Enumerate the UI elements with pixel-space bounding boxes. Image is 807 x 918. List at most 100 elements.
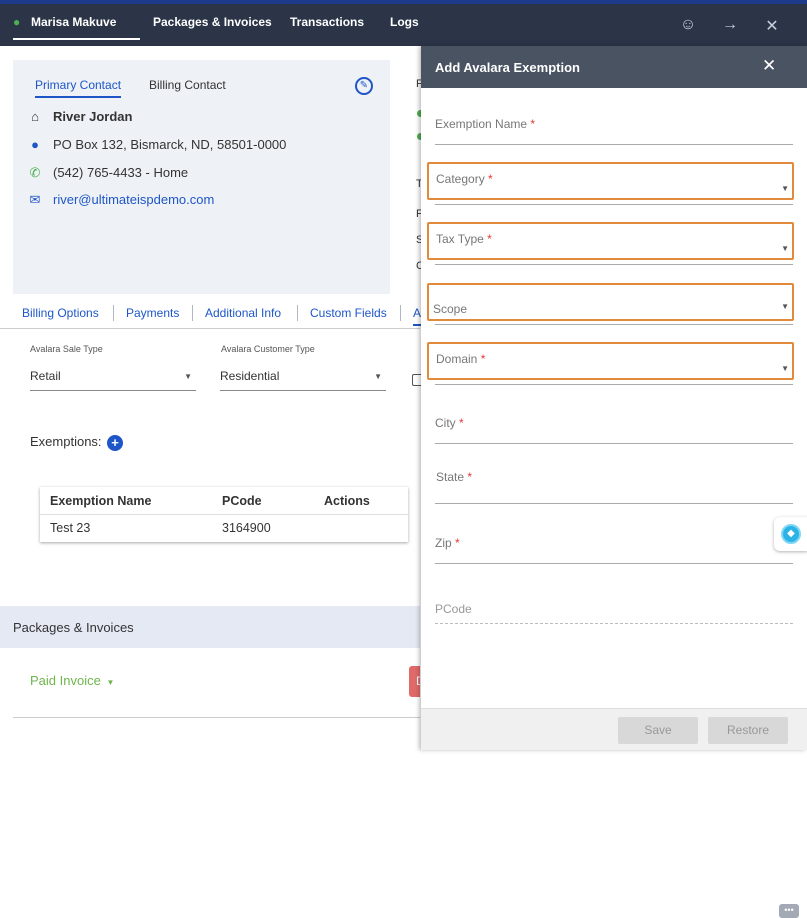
save-button[interactable]: Save	[618, 717, 698, 744]
chevron-down-icon: ▼	[781, 184, 789, 193]
contact-email-link[interactable]: river@ultimateispdemo.com	[53, 192, 214, 207]
chevron-down-icon: ▼	[374, 372, 382, 381]
sale-type-label: Avalara Sale Type	[30, 344, 103, 354]
customer-type-label: Avalara Customer Type	[221, 344, 315, 354]
tab-divider	[297, 305, 298, 321]
scope-select[interactable]: Scope ▼	[427, 283, 794, 321]
exemption-name-label: Exemption Name	[435, 117, 528, 131]
scope-label: Scope	[433, 302, 468, 316]
panel-header: Add Avalara Exemption ✕	[421, 46, 807, 88]
tab-customer[interactable]: ● Marisa Makuve	[13, 14, 140, 40]
chevron-down-icon: ▼	[781, 364, 789, 373]
city-label: City	[435, 416, 456, 430]
sale-type-value: Retail	[30, 369, 61, 383]
tab-divider	[113, 305, 114, 321]
user-icon: ●	[13, 15, 21, 29]
edit-icon[interactable]: ✎	[355, 77, 373, 95]
exemptions-label: Exemptions:	[30, 434, 102, 449]
chevron-down-icon: ▼	[184, 372, 192, 381]
contact-email-row: ✉ river@ultimateispdemo.com	[27, 192, 215, 208]
contact-phone-row: ✆ (542) 765-4433 - Home	[27, 165, 189, 181]
domain-label: Domain	[436, 352, 478, 366]
tab-divider	[192, 305, 193, 321]
restore-button[interactable]: Restore	[708, 717, 788, 744]
table-cell-exemption-name: Test 23	[50, 521, 91, 535]
invoice-filter-dropdown[interactable]: Paid Invoice ▼	[30, 673, 114, 688]
packages-section-header: Packages & Invoices	[0, 606, 420, 648]
required-mark: *	[480, 352, 486, 366]
required-mark: *	[459, 416, 464, 430]
packages-section-title: Packages & Invoices	[13, 620, 134, 635]
contact-name-row: ⌂ River Jordan	[27, 109, 132, 124]
tab-divider	[400, 305, 401, 321]
panel-title: Add Avalara Exemption	[435, 60, 580, 75]
customer-type-value: Residential	[220, 369, 280, 383]
contact-phone: (542) 765-4433 - Home	[53, 165, 189, 180]
top-navigation-bar: ● Marisa Makuve Packages & Invoices Tran…	[0, 0, 807, 46]
house-icon: ⌂	[31, 109, 39, 124]
close-icon[interactable]: ✕	[762, 16, 782, 36]
tax-type-select[interactable]: Tax Type * ▼	[427, 222, 794, 260]
required-mark: *	[530, 117, 536, 131]
required-mark: *	[487, 232, 492, 246]
pcode-label: PCode	[435, 602, 472, 616]
tab-primary-contact[interactable]: Primary Contact	[35, 78, 122, 98]
contact-address: PO Box 132, Bismarck, ND, 58501-0000	[53, 137, 287, 152]
add-avalara-exemption-panel: Add Avalara Exemption ✕ Exemption Name *…	[421, 46, 807, 918]
customer-type-select[interactable]: Residential ▼	[220, 369, 386, 391]
tab-payments[interactable]: Payments	[126, 306, 179, 320]
delete-button[interactable]: D	[409, 666, 425, 697]
field-underline	[435, 264, 793, 265]
exemptions-table: Exemption Name PCode Actions Test 23 316…	[40, 487, 408, 542]
chevron-down-icon: ▼	[781, 244, 789, 253]
zip-label: Zip	[435, 536, 452, 550]
customer-subtabs: Billing Options Payments Additional Info…	[0, 303, 427, 329]
domain-select[interactable]: Domain * ▼	[427, 342, 794, 380]
tab-transactions[interactable]: Transactions	[290, 14, 364, 40]
panel-close-icon[interactable]: ✕	[762, 56, 776, 76]
tab-logs[interactable]: Logs	[390, 14, 419, 40]
table-divider	[40, 514, 408, 515]
tab-billing-contact[interactable]: Billing Contact	[149, 78, 226, 92]
column-header-pcode: PCode	[222, 494, 262, 508]
tab-billing-options[interactable]: Billing Options	[22, 306, 99, 320]
table-cell-pcode: 3164900	[222, 521, 271, 535]
zip-field[interactable]: Zip *	[435, 530, 793, 564]
exemption-name-field[interactable]: Exemption Name *	[435, 111, 793, 145]
location-pin-icon: ●	[31, 137, 39, 152]
add-exemption-button[interactable]: +	[107, 435, 123, 451]
tab-additional-info[interactable]: Additional Info	[205, 306, 281, 320]
contact-name: River Jordan	[53, 109, 133, 124]
phone-icon: ✆	[29, 165, 41, 180]
arrow-right-icon[interactable]: →	[720, 16, 740, 34]
field-underline	[435, 204, 793, 205]
field-underline	[435, 384, 793, 385]
pcode-field[interactable]: PCode	[435, 598, 793, 624]
chat-icon[interactable]: •••	[779, 904, 799, 918]
caret-down-icon: ▼	[106, 678, 115, 687]
tab-packages-invoices[interactable]: Packages & Invoices	[153, 14, 272, 40]
required-mark: *	[455, 536, 460, 550]
tab-customer-label: Marisa Makuve	[31, 15, 117, 29]
contact-address-row: ● PO Box 132, Bismarck, ND, 58501-0000	[27, 137, 286, 152]
category-label: Category	[436, 172, 485, 186]
city-field[interactable]: City *	[435, 410, 793, 444]
required-mark: *	[488, 172, 493, 186]
column-header-actions: Actions	[324, 494, 370, 508]
chevron-down-icon: ▼	[781, 302, 789, 311]
field-underline	[435, 324, 793, 325]
panel-footer: Save Restore	[421, 708, 807, 750]
column-header-exemption-name: Exemption Name	[50, 494, 152, 508]
email-icon: ✉	[29, 192, 41, 207]
state-label: State	[436, 470, 465, 484]
divider	[13, 717, 420, 718]
tax-type-label: Tax Type	[436, 232, 484, 246]
category-select[interactable]: Category * ▼	[427, 162, 794, 200]
smiley-icon[interactable]: ☺	[678, 16, 698, 34]
state-select[interactable]: State * •••	[435, 464, 799, 918]
tab-custom-fields[interactable]: Custom Fields	[310, 306, 387, 320]
sale-type-select[interactable]: Retail ▼	[30, 369, 196, 391]
required-mark: *	[467, 470, 473, 484]
invoice-filter-label: Paid Invoice	[30, 673, 101, 688]
contact-card: Primary Contact Billing Contact ✎ ⌂ River…	[13, 60, 390, 294]
